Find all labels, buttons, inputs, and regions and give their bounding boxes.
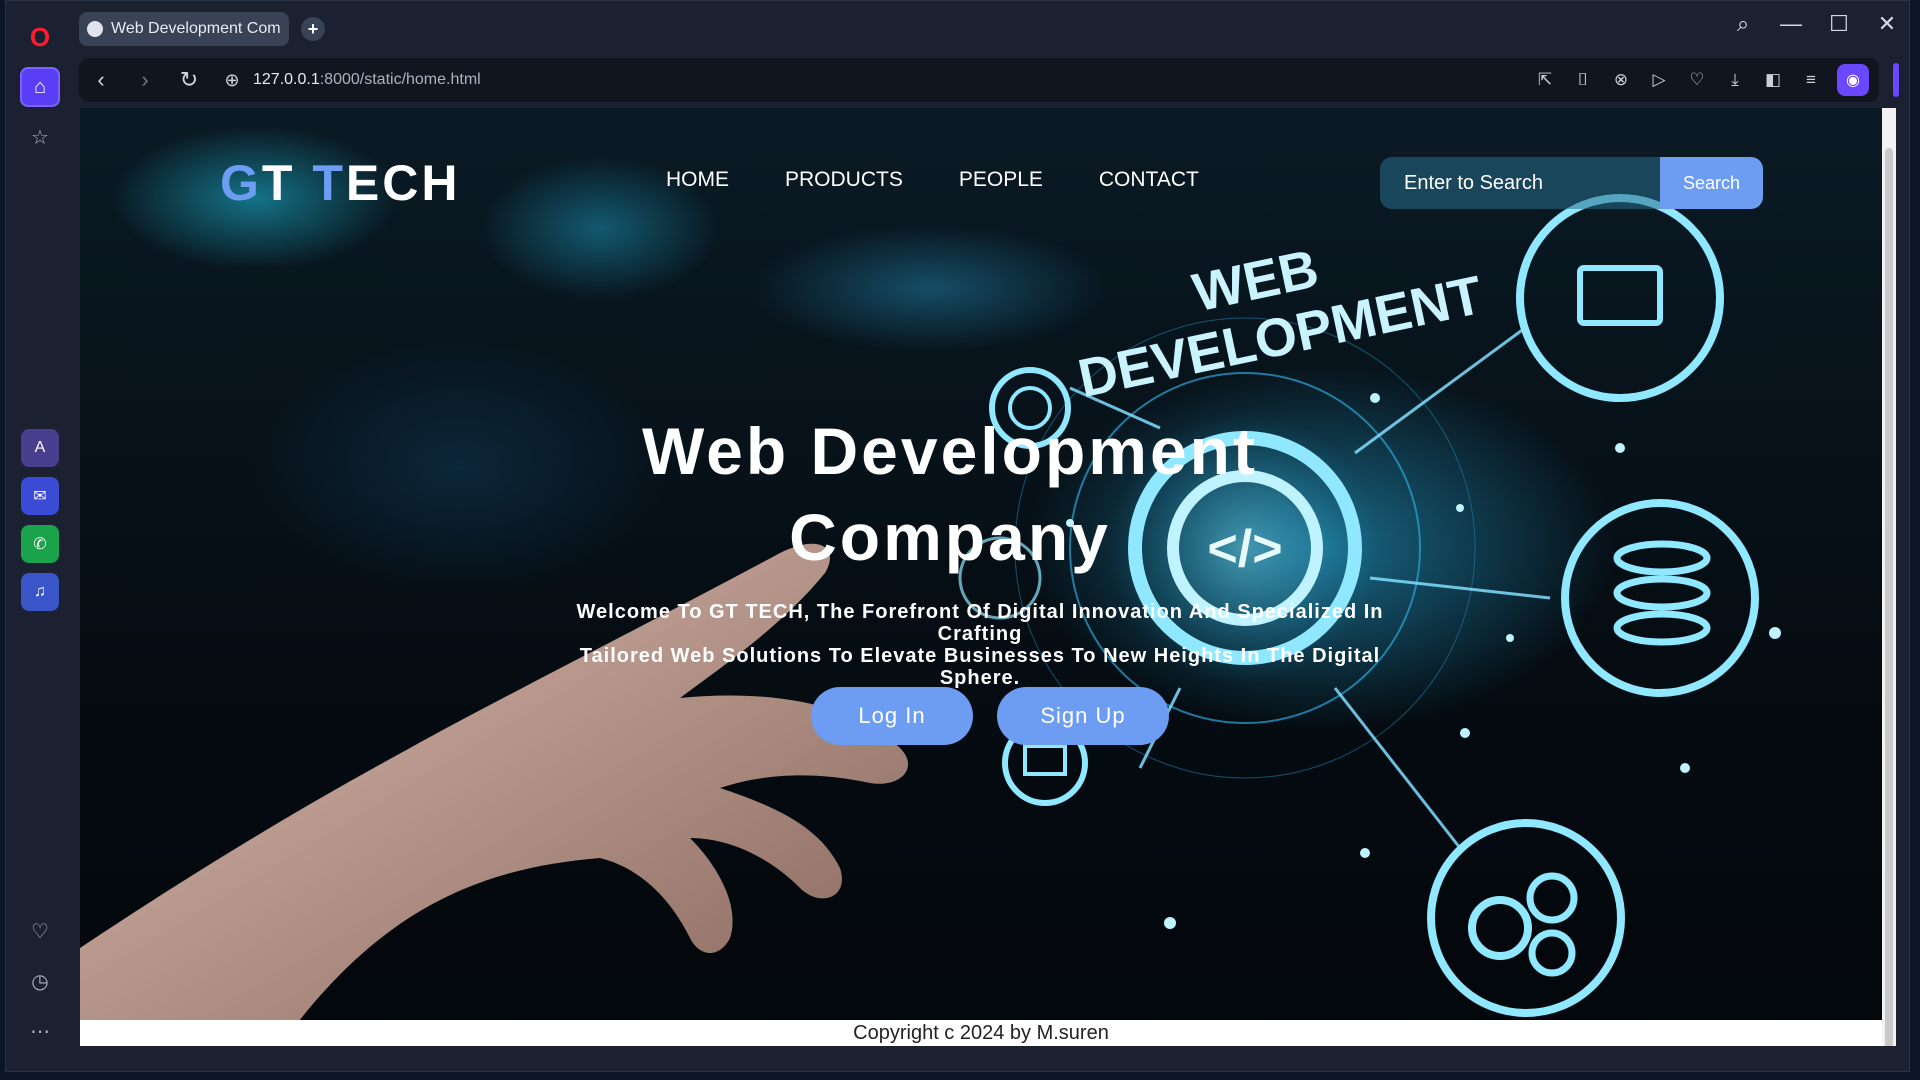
tab-favicon-icon	[87, 21, 103, 37]
camera-snapshot-icon[interactable]: ⌷	[1571, 68, 1595, 92]
share-icon[interactable]: ⇱	[1533, 68, 1557, 92]
nav-contact-link[interactable]: CONTACT	[1099, 168, 1199, 192]
signup-button[interactable]: Sign Up	[997, 687, 1169, 745]
search-tabs-icon[interactable]: ⌕	[1731, 11, 1755, 37]
page-viewport: </> WEB DEVELOPMENT GT TECH HOME PRODUCT…	[80, 108, 1896, 1046]
scrollbar-thumb[interactable]	[1885, 148, 1893, 1046]
hero-title-line-2: Company	[789, 500, 1111, 574]
tab-active[interactable]: Web Development Compa	[79, 12, 289, 46]
address-bar: ‹ › ↻ ⊕ 127.0.0.1:8000/static/home.html …	[79, 58, 1879, 102]
forward-icon[interactable]: ›	[123, 67, 167, 93]
opera-logo-icon[interactable]: O	[20, 17, 60, 57]
home-icon[interactable]: ⌂	[20, 67, 60, 107]
hero-title: Web Development Company	[540, 408, 1360, 580]
page-scrollbar[interactable]	[1882, 108, 1896, 1046]
download-icon[interactable]: ⤓	[1723, 68, 1747, 92]
site-footer: Copyright c 2024 by M.suren	[80, 1020, 1882, 1046]
messenger-icon[interactable]: ✉	[21, 477, 59, 515]
site-logo[interactable]: GT TECH	[220, 154, 460, 212]
logo-letter-g: G	[220, 155, 262, 211]
logo-letter-t2: T	[312, 155, 346, 211]
favorites-heart-icon[interactable]: ♡	[20, 911, 60, 951]
browser-window: O ⌂ ☆ A ✉ ✆ ♫ ♡ ◷ ⋯ Web Development Comp…	[5, 0, 1910, 1072]
search-input[interactable]	[1380, 157, 1660, 209]
hero-title-line-1: Web Development	[642, 414, 1258, 488]
easy-setup-icon[interactable]: ≡	[1799, 68, 1823, 92]
music-player-icon[interactable]: ♫	[21, 573, 59, 611]
site-search: Search	[1380, 157, 1763, 209]
play-icon[interactable]: ▷	[1647, 68, 1671, 92]
tab-strip: Web Development Compa +	[79, 11, 325, 47]
window-controls: ⌕ — ☐ ✕	[1731, 11, 1899, 37]
browser-sidebar: O ⌂ ☆ A ✉ ✆ ♫ ♡ ◷ ⋯	[6, 1, 74, 1071]
battery-saver-icon[interactable]: ◧	[1761, 68, 1785, 92]
hero-actions: Log In Sign Up	[811, 687, 1169, 745]
minimize-icon[interactable]: —	[1779, 11, 1803, 37]
more-options-icon[interactable]: ⋯	[20, 1011, 60, 1051]
new-tab-button[interactable]: +	[301, 17, 325, 41]
reload-icon[interactable]: ↻	[167, 67, 211, 93]
hero-subtitle: Welcome To GT TECH, The Forefront Of Dig…	[550, 601, 1410, 689]
tab-title: Web Development Compa	[111, 20, 281, 37]
sidebar-accent-bar	[1893, 63, 1899, 97]
nav-products-link[interactable]: PRODUCTS	[785, 168, 903, 192]
maximize-icon[interactable]: ☐	[1827, 11, 1851, 37]
profile-icon[interactable]: ◉	[1837, 64, 1869, 96]
history-clock-icon[interactable]: ◷	[20, 961, 60, 1001]
close-icon[interactable]: ✕	[1875, 11, 1899, 37]
nav-home-link[interactable]: HOME	[666, 168, 729, 192]
aria-ai-icon[interactable]: A	[21, 429, 59, 467]
url-path: :8000/static/home.html	[319, 71, 481, 88]
pinboard-icon[interactable]: ☆	[20, 117, 60, 157]
login-button[interactable]: Log In	[811, 687, 973, 745]
back-icon[interactable]: ‹	[79, 67, 123, 93]
url-field[interactable]: 127.0.0.1:8000/static/home.html	[253, 71, 481, 89]
hero-subtitle-line-2: Tailored Web Solutions To Elevate Busine…	[579, 645, 1381, 689]
web-development-badge: WEB DEVELOPMENT	[1073, 238, 1488, 409]
site-info-globe-icon[interactable]: ⊕	[217, 70, 247, 91]
url-host: 127.0.0.1	[253, 71, 320, 88]
adblock-icon[interactable]: ⊗	[1609, 68, 1633, 92]
heart-icon[interactable]: ♡	[1685, 68, 1709, 92]
hero-subtitle-line-1: Welcome To GT TECH, The Forefront Of Dig…	[576, 601, 1384, 645]
search-button[interactable]: Search	[1660, 157, 1763, 209]
whatsapp-icon[interactable]: ✆	[21, 525, 59, 563]
toolbar-icons: ⇱ ⌷ ⊗ ▷ ♡ ⤓ ◧ ≡ ◉	[1533, 64, 1879, 96]
logo-letter-t: T	[261, 155, 313, 211]
nav-people-link[interactable]: PEOPLE	[959, 168, 1043, 192]
site-nav: HOME PRODUCTS PEOPLE CONTACT	[666, 168, 1199, 192]
logo-letters-ech: ECH	[345, 155, 461, 211]
